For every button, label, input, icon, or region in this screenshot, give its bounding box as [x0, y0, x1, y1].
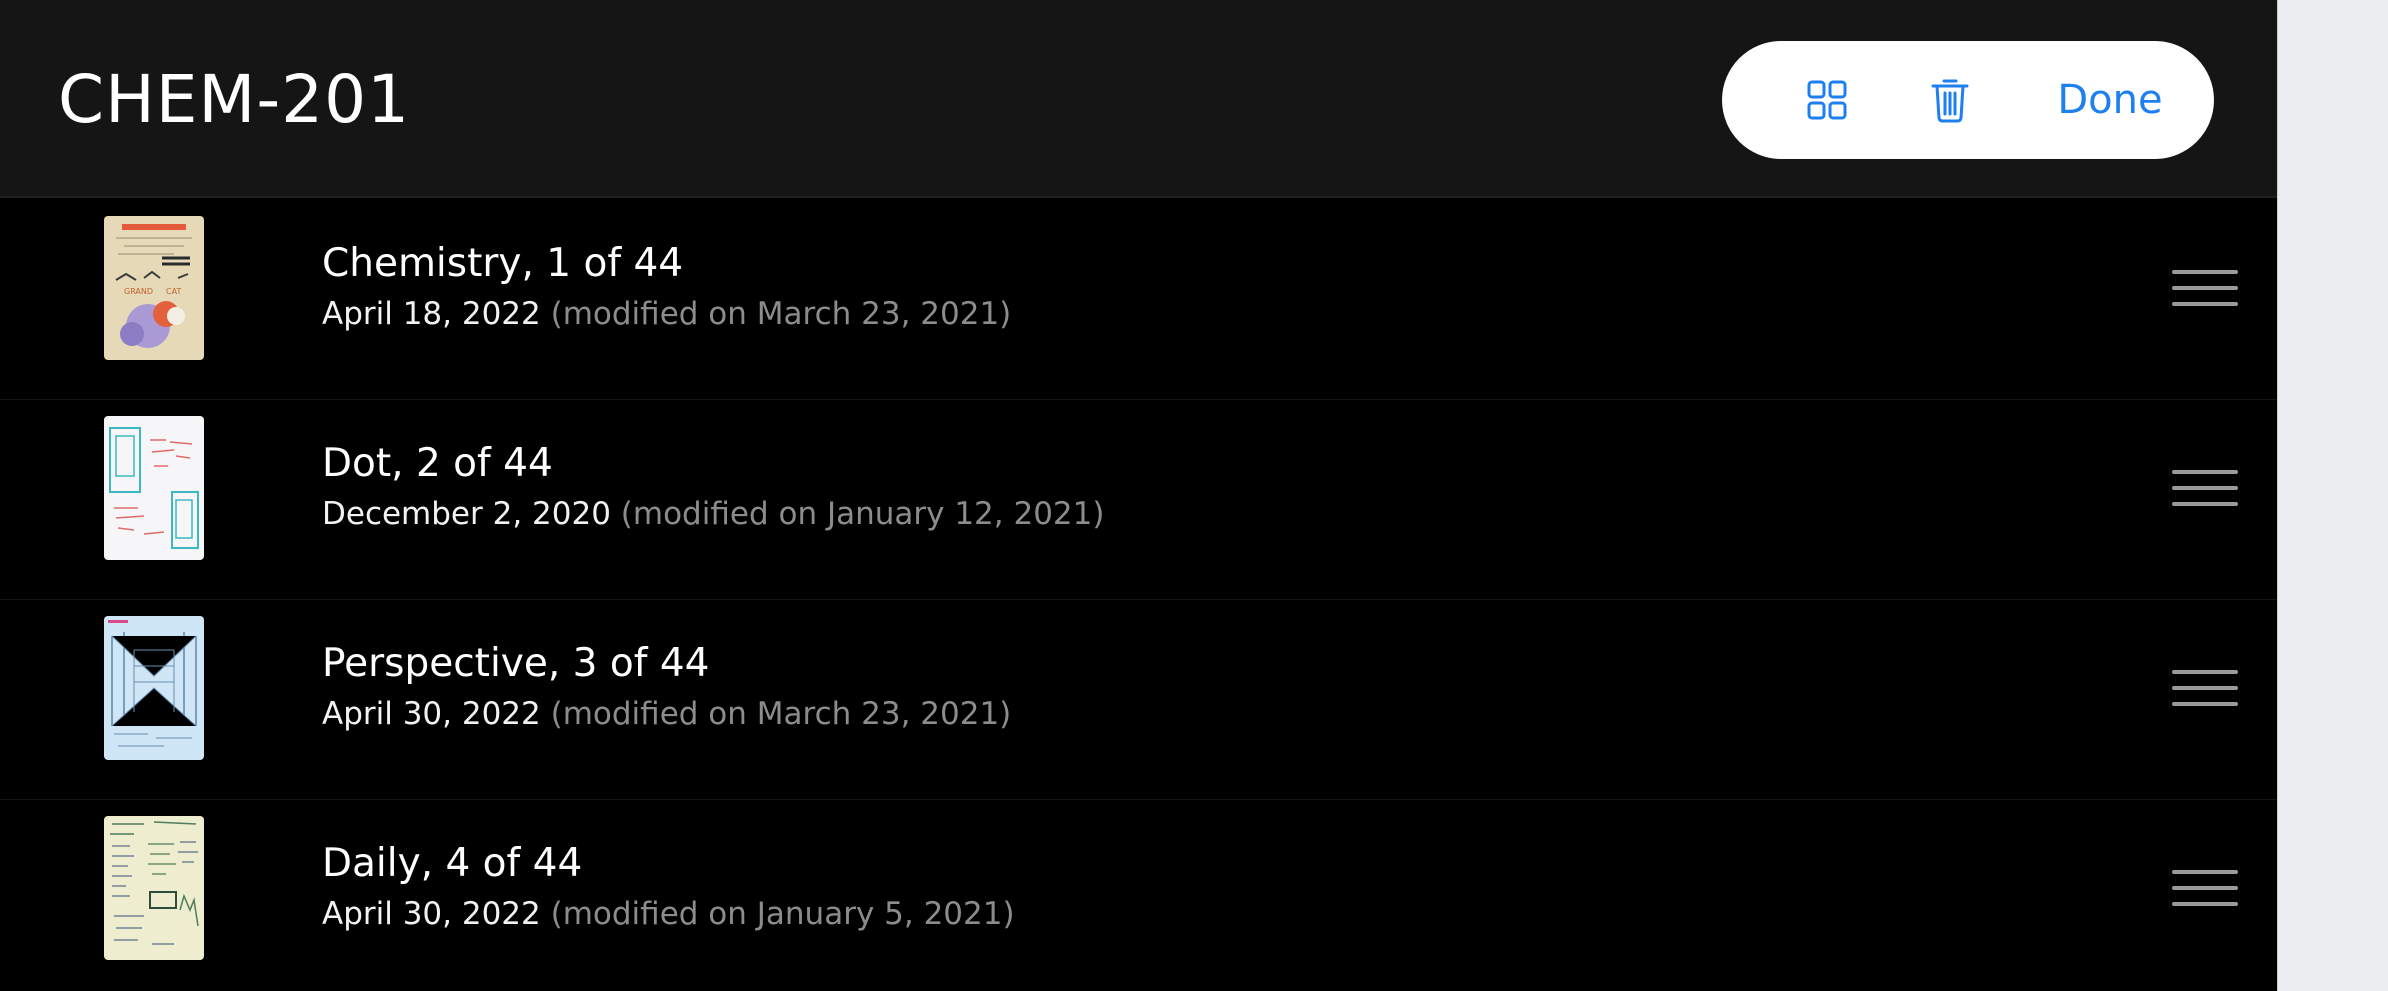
notebook-row[interactable]: Daily, 4 of 44 April 30, 2022 (modified … — [0, 800, 2277, 991]
svg-text:CAT: CAT — [166, 287, 181, 296]
notebook-modified: (modified on January 5, 2021) — [550, 896, 1015, 932]
notebook-date: April 30, 2022 — [322, 896, 541, 932]
delete-button[interactable] — [1900, 41, 2000, 159]
notebook-title: Daily, 4 of 44 — [322, 841, 583, 886]
done-button[interactable]: Done — [2020, 41, 2200, 159]
notebook-title: Chemistry, 1 of 44 — [322, 241, 684, 286]
notebook-row[interactable]: Dot, 2 of 44 December 2, 2020 (modified … — [0, 400, 2277, 600]
grid-icon — [1807, 80, 1847, 120]
grid-view-button[interactable] — [1777, 41, 1877, 159]
notebook-modified: (modified on January 12, 2021) — [620, 496, 1105, 532]
header-bar: CHEM-201 Done — [0, 0, 2277, 198]
notebook-dates: April 30, 2022 (modified on January 5, 2… — [322, 892, 1015, 936]
notebook-thumbnail — [104, 416, 204, 560]
notebook-row[interactable]: GRAND CAT Chemistry, 1 of 44 April 18, 2… — [0, 200, 2277, 400]
reorder-handle-icon[interactable] — [2172, 470, 2238, 506]
notebook-title: Perspective, 3 of 44 — [322, 641, 710, 686]
trash-icon — [1931, 79, 1969, 123]
reorder-handle-icon[interactable] — [2172, 270, 2238, 306]
notebook-list-view: CHEM-201 Done GRAND CAT Chemistry, 1 of … — [0, 0, 2277, 991]
notebook-thumbnail — [104, 616, 204, 760]
notebook-date: April 30, 2022 — [322, 696, 541, 732]
notebook-thumbnail: GRAND CAT — [104, 216, 204, 360]
page-title: CHEM-201 — [58, 61, 411, 138]
edit-toolbar: Done — [1722, 41, 2214, 159]
notebook-date: December 2, 2020 — [322, 496, 611, 532]
notebook-list: GRAND CAT Chemistry, 1 of 44 April 18, 2… — [0, 200, 2277, 991]
notebook-dates: December 2, 2020 (modified on January 12… — [322, 492, 1104, 536]
side-panel — [2277, 0, 2388, 991]
notebook-modified: (modified on March 23, 2021) — [550, 296, 1012, 332]
svg-text:GRAND: GRAND — [124, 287, 153, 296]
reorder-handle-icon[interactable] — [2172, 870, 2238, 906]
notebook-thumbnail — [104, 816, 204, 960]
notebook-dates: April 18, 2022 (modified on March 23, 20… — [322, 292, 1011, 336]
notebook-modified: (modified on March 23, 2021) — [550, 696, 1012, 732]
reorder-handle-icon[interactable] — [2172, 670, 2238, 706]
notebook-date: April 18, 2022 — [322, 296, 541, 332]
notebook-row[interactable]: Perspective, 3 of 44 April 30, 2022 (mod… — [0, 600, 2277, 800]
notebook-title: Dot, 2 of 44 — [322, 441, 553, 486]
notebook-dates: April 30, 2022 (modified on March 23, 20… — [322, 692, 1011, 736]
